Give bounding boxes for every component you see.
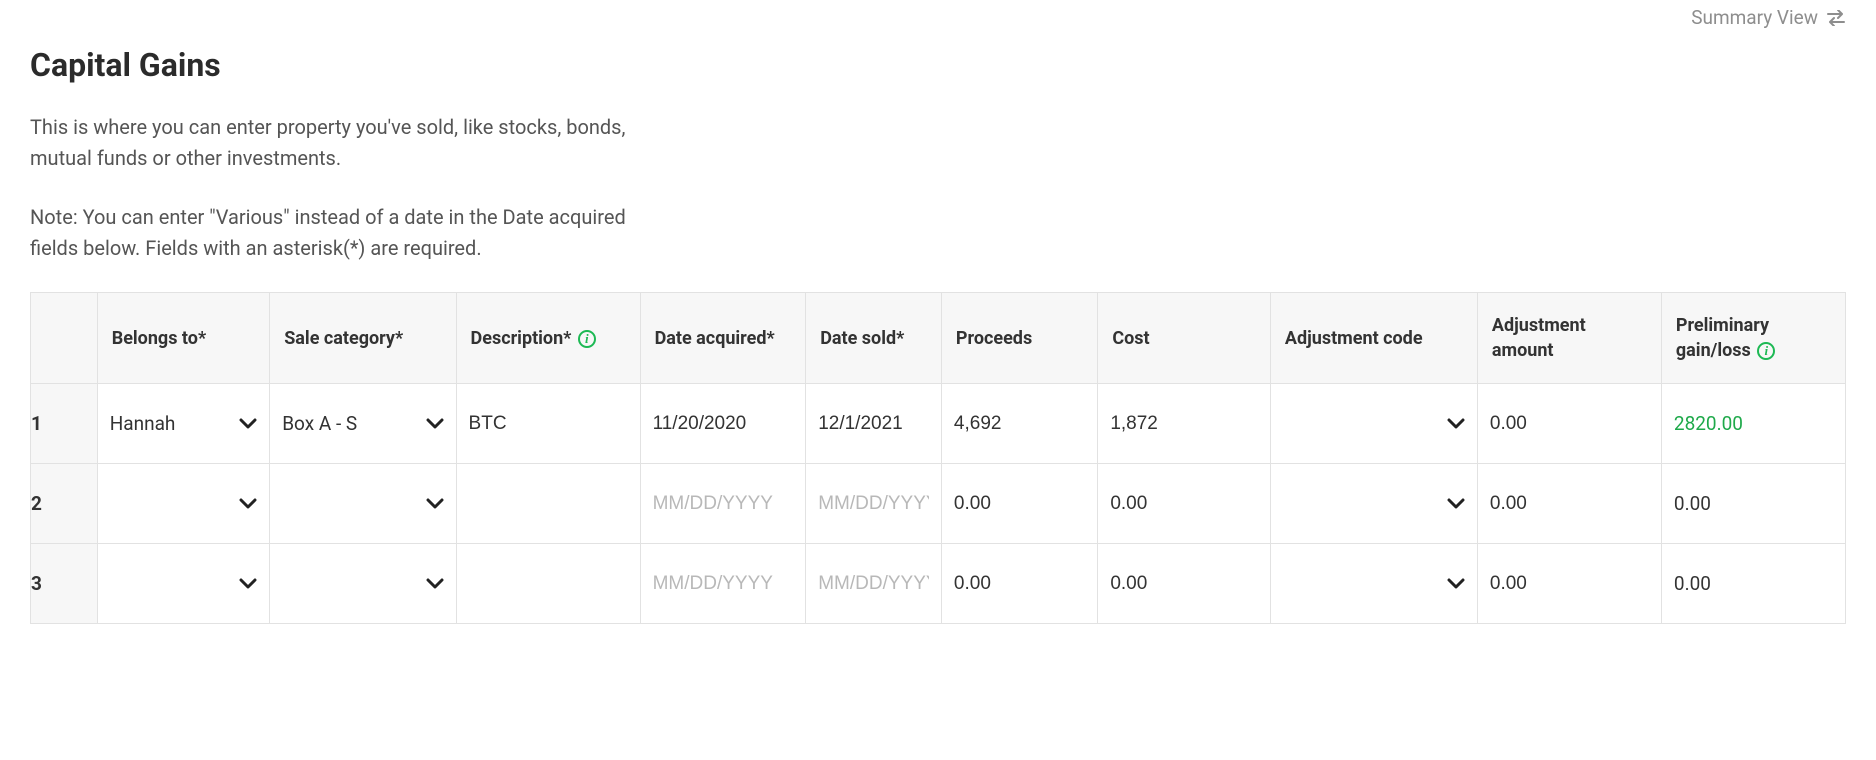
select-value: Hannah — [110, 412, 176, 435]
col-header-cost: Cost — [1098, 293, 1271, 384]
prelim-gain-loss-value: 2820.00 — [1674, 412, 1743, 435]
prelim-gain-loss-value: 0.00 — [1674, 492, 1711, 515]
adjustment-amount-input[interactable] — [1490, 493, 1649, 515]
cost-input[interactable] — [1110, 413, 1258, 435]
summary-view-toggle[interactable]: Summary View — [1691, 6, 1846, 29]
date-sold-input[interactable] — [818, 493, 929, 515]
row-number: 2 — [31, 464, 98, 544]
date-acquired-input[interactable] — [653, 573, 794, 595]
cost-input[interactable] — [1110, 493, 1258, 515]
chevron-down-icon — [239, 498, 257, 510]
chevron-down-icon — [1447, 578, 1465, 590]
info-icon[interactable]: i — [578, 330, 596, 348]
table-row: 3 0.00 — [31, 544, 1846, 624]
adjustment-amount-input[interactable] — [1490, 413, 1649, 435]
table-row: 2 0.00 — [31, 464, 1846, 544]
info-icon[interactable]: i — [1757, 342, 1775, 360]
description-input[interactable] — [469, 573, 628, 595]
adjustment-code-select[interactable] — [1271, 544, 1477, 623]
date-acquired-input[interactable] — [653, 493, 794, 515]
col-header-rownum — [31, 293, 98, 384]
chevron-down-icon — [239, 578, 257, 590]
intro-paragraph-1: This is where you can enter property you… — [30, 112, 650, 174]
col-header-adjustment-code: Adjustment code — [1270, 293, 1477, 384]
proceeds-input[interactable] — [954, 493, 1085, 515]
date-acquired-input[interactable] — [653, 413, 794, 435]
row-number: 3 — [31, 544, 98, 624]
chevron-down-icon — [426, 498, 444, 510]
select-value: Box A - S — [282, 412, 357, 435]
chevron-down-icon — [1447, 498, 1465, 510]
adjustment-code-select[interactable] — [1271, 464, 1477, 543]
intro-text: This is where you can enter property you… — [30, 112, 650, 264]
belongs-to-select[interactable] — [98, 464, 270, 543]
adjustment-code-select[interactable] — [1271, 384, 1477, 463]
description-input[interactable] — [469, 493, 628, 515]
proceeds-input[interactable] — [954, 573, 1085, 595]
sale-category-select[interactable] — [270, 544, 455, 623]
chevron-down-icon — [1447, 418, 1465, 430]
row-number: 1 — [31, 384, 98, 464]
col-header-prelim-gain-loss: Preliminary gain/loss i — [1661, 293, 1845, 384]
col-header-proceeds: Proceeds — [941, 293, 1097, 384]
page-title: Capital Gains — [30, 46, 1846, 84]
summary-view-label: Summary View — [1691, 6, 1818, 29]
prelim-gain-loss-value: 0.00 — [1674, 572, 1711, 595]
chevron-down-icon — [239, 418, 257, 430]
belongs-to-select[interactable]: Hannah — [98, 384, 270, 463]
table-row: 1 Hannah Box A - S 2820.00 — [31, 384, 1846, 464]
intro-paragraph-2: Note: You can enter "Various" instead of… — [30, 202, 650, 264]
proceeds-input[interactable] — [954, 413, 1085, 435]
description-input[interactable] — [469, 413, 628, 435]
sale-category-select[interactable] — [270, 464, 455, 543]
col-header-description: Description* i — [456, 293, 640, 384]
swap-icon — [1826, 10, 1846, 26]
belongs-to-select[interactable] — [98, 544, 270, 623]
col-header-date-sold: Date sold* — [806, 293, 942, 384]
col-header-date-acquired: Date acquired* — [640, 293, 806, 384]
capital-gains-table: Belongs to* Sale category* Description* … — [30, 292, 1846, 624]
table-header-row: Belongs to* Sale category* Description* … — [31, 293, 1846, 384]
date-sold-input[interactable] — [818, 573, 929, 595]
chevron-down-icon — [426, 418, 444, 430]
col-header-sale-category: Sale category* — [270, 293, 456, 384]
cost-input[interactable] — [1110, 573, 1258, 595]
col-header-adjustment-amount: Adjustment amount — [1477, 293, 1661, 384]
adjustment-amount-input[interactable] — [1490, 573, 1649, 595]
chevron-down-icon — [426, 578, 444, 590]
sale-category-select[interactable]: Box A - S — [270, 384, 455, 463]
col-header-belongs-to: Belongs to* — [97, 293, 270, 384]
date-sold-input[interactable] — [818, 413, 929, 435]
